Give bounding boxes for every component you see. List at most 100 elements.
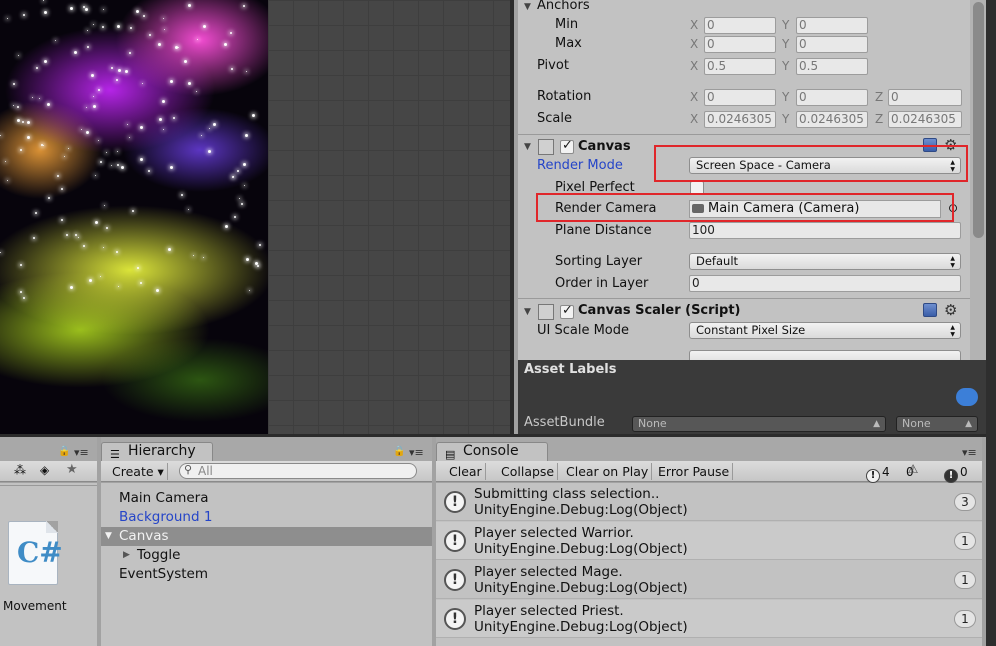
asset-bundle-dropdown[interactable]: None ▲ <box>632 416 886 432</box>
star-sparkle <box>118 286 119 287</box>
log-entry[interactable]: ! Player selected Warrior. UnityEngine.D… <box>436 522 982 560</box>
tab-console[interactable]: ▤ Console <box>436 442 548 461</box>
rotation-y-field[interactable]: 0 <box>796 89 868 106</box>
star-sparkle <box>132 210 134 212</box>
canvas-foldout-icon[interactable]: ▼ <box>524 142 531 152</box>
anchors-max-x-field[interactable]: 0 <box>704 36 776 53</box>
rotation-x-field[interactable]: 0 <box>704 89 776 106</box>
star-sparkle <box>106 227 108 229</box>
favorite-star-icon[interactable]: ★ <box>66 462 78 477</box>
tag-icon[interactable] <box>956 388 978 406</box>
panel-menu-icon[interactable]: ▾≡ <box>74 446 89 459</box>
csharp-script-asset[interactable]: C# <box>8 521 63 585</box>
star-sparkle <box>5 161 6 162</box>
scale-x-field[interactable]: 0.0246305 <box>704 111 776 128</box>
scene-view[interactable] <box>0 0 268 434</box>
panel-menu-icon[interactable]: ▾≡ <box>962 446 977 459</box>
create-button-label: Create <box>112 464 154 479</box>
star-sparkle <box>32 97 33 98</box>
hierarchy-search-input[interactable]: ⚲ All <box>179 463 417 479</box>
expand-down-icon[interactable]: ▼ <box>105 527 112 546</box>
inspector-scrollbar[interactable] <box>970 0 986 360</box>
filter-type-icon[interactable]: ⁂ <box>14 463 26 477</box>
anchors-foldout-icon[interactable]: ▼ <box>524 2 531 12</box>
star-sparkle <box>70 286 73 289</box>
filter-label-icon[interactable]: ◈ <box>40 463 49 477</box>
info-counter[interactable]: ! 4 <box>866 464 890 483</box>
dropdown-arrows-icon: ▲ <box>965 419 972 429</box>
log-entry[interactable]: ! Player selected Priest. UnityEngine.De… <box>436 600 982 638</box>
tab-hierarchy[interactable]: ☰ Hierarchy <box>101 442 213 461</box>
asset-labels-panel: Asset Labels AssetBundle None ▲ None ▲ <box>518 360 996 434</box>
star-sparkle <box>158 43 161 46</box>
ui-scale-mode-value: Constant Pixel Size <box>696 323 806 337</box>
log-entry[interactable]: ! Submitting class selection.. UnityEngi… <box>436 483 982 521</box>
asset-name-label: Movement <box>3 599 67 613</box>
asset-variant-dropdown[interactable]: None ▲ <box>896 416 978 432</box>
sorting-layer-dropdown[interactable]: Default ▲ ▼ <box>689 253 961 270</box>
pivot-x-field[interactable]: 0.5 <box>704 58 776 75</box>
gear-icon[interactable]: ⚙ <box>944 303 957 318</box>
star-sparkle <box>103 9 104 10</box>
scale-y-field[interactable]: 0.0246305 <box>796 111 868 128</box>
clear-on-play-button[interactable]: Clear on Play <box>563 463 653 480</box>
plane-distance-field[interactable]: 100 <box>689 222 961 239</box>
log-message: Player selected Priest. <box>474 603 624 619</box>
anchors-min-x-field[interactable]: 0 <box>704 17 776 34</box>
star-sparkle <box>252 114 255 117</box>
lock-icon[interactable]: 🔒 <box>58 446 70 457</box>
hierarchy-item-event-system[interactable]: EventSystem <box>101 565 432 584</box>
help-book-icon[interactable] <box>923 303 937 317</box>
star-sparkle <box>0 135 1 136</box>
pivot-y-field[interactable]: 0.5 <box>796 58 868 75</box>
log-source: UnityEngine.Debug:Log(Object) <box>474 541 688 557</box>
hierarchy-item-main-camera[interactable]: Main Camera <box>101 489 432 508</box>
anchors-min-label: Min <box>555 17 579 32</box>
scale-factor-field-partial[interactable] <box>689 350 961 360</box>
star-sparkle <box>95 175 96 176</box>
star-sparkle <box>197 39 198 40</box>
star-sparkle <box>61 219 63 221</box>
hierarchy-item-canvas[interactable]: ▼ Canvas <box>101 527 432 546</box>
anchors-min-y-field[interactable]: 0 <box>796 17 868 34</box>
star-sparkle <box>149 34 151 36</box>
rotation-z-field[interactable]: 0 <box>888 89 962 106</box>
error-count: 0 <box>960 465 968 479</box>
anchors-max-y-field[interactable]: 0 <box>796 36 868 53</box>
error-pause-button[interactable]: Error Pause <box>655 463 734 480</box>
ui-scale-mode-dropdown[interactable]: Constant Pixel Size ▲ ▼ <box>689 322 961 339</box>
scale-z-field[interactable]: 0.0246305 <box>888 111 962 128</box>
canvas-enabled-checkbox[interactable] <box>560 138 574 154</box>
canvas-scaler-enabled-checkbox[interactable] <box>560 303 574 319</box>
collapse-button[interactable]: Collapse <box>498 463 559 480</box>
axis-x-label: X <box>690 112 699 126</box>
star-sparkle <box>44 60 47 63</box>
star-sparkle <box>41 144 43 146</box>
order-in-layer-field[interactable]: 0 <box>689 275 961 292</box>
panel-menu-icon[interactable]: ▾≡ <box>409 446 424 459</box>
info-icon: ! <box>866 469 880 483</box>
star-sparkle <box>57 175 59 177</box>
clear-button[interactable]: Clear <box>446 463 486 480</box>
create-button[interactable]: Create ▾ <box>109 463 168 480</box>
star-sparkle <box>188 4 191 7</box>
expand-right-icon[interactable]: ▶ <box>123 546 130 565</box>
star-sparkle <box>89 279 92 282</box>
hierarchy-item-toggle[interactable]: ▶ Toggle <box>101 546 432 565</box>
canvas-scaler-foldout-icon[interactable]: ▼ <box>524 307 531 317</box>
warning-counter[interactable]: ⚠ 0 <box>906 463 918 480</box>
log-count-badge: 1 <box>954 610 976 628</box>
scrollbar-thumb[interactable] <box>973 2 984 238</box>
info-message-icon: ! <box>444 569 466 591</box>
lock-icon[interactable]: 🔒 <box>393 446 405 457</box>
star-sparkle <box>35 212 37 214</box>
log-entry[interactable]: ! Player selected Mage. UnityEngine.Debu… <box>436 561 982 599</box>
hierarchy-item-background-1[interactable]: Background 1 <box>101 508 432 527</box>
error-counter[interactable]: ! 0 <box>944 464 968 483</box>
star-sparkle <box>255 262 258 265</box>
star-sparkle <box>231 68 233 70</box>
project-assets-area: C# Movement <box>0 483 97 646</box>
axis-z-label: Z <box>875 90 884 104</box>
star-sparkle <box>98 89 100 91</box>
game-grid-view[interactable] <box>268 0 514 434</box>
